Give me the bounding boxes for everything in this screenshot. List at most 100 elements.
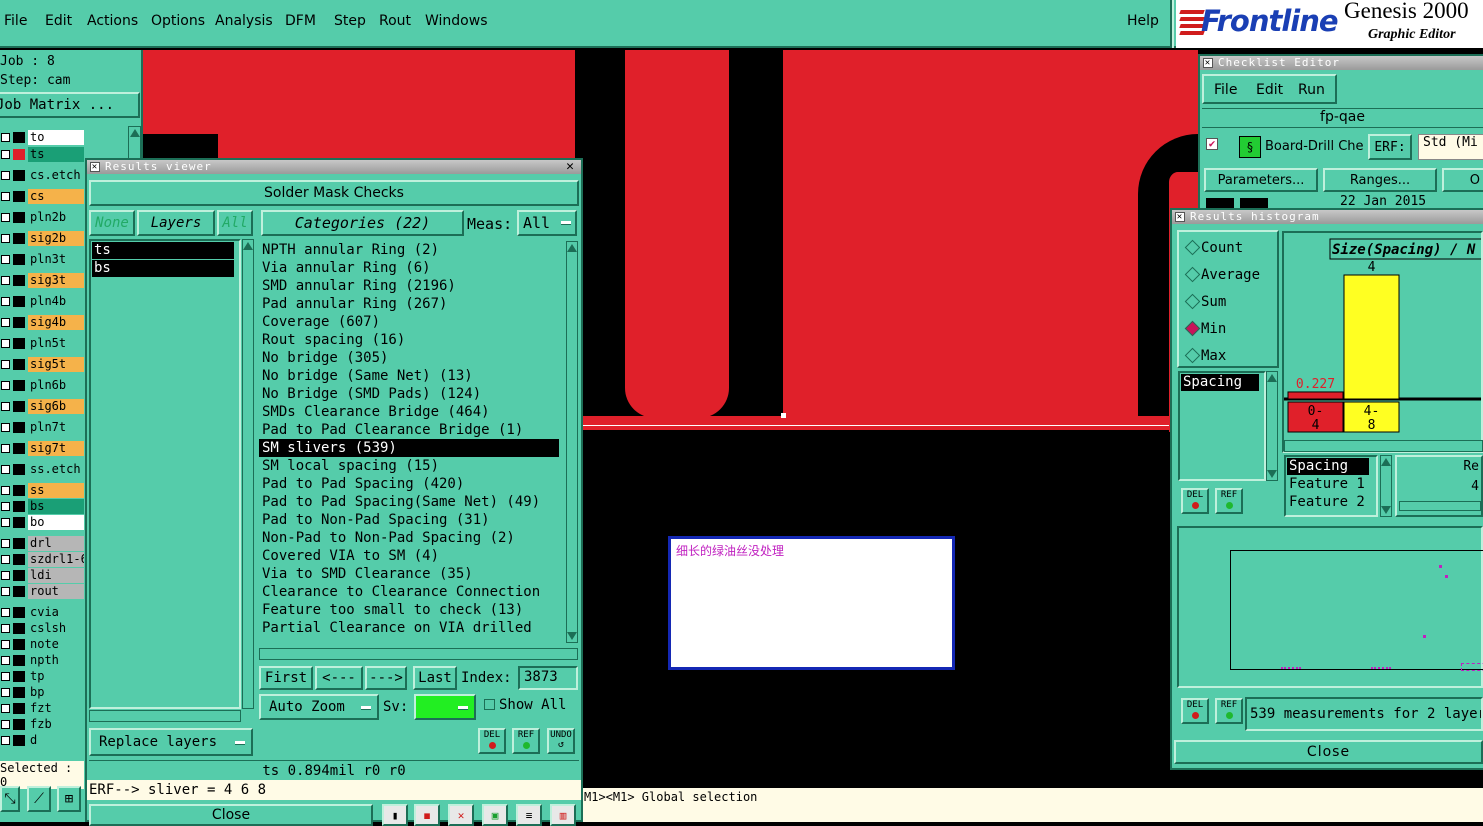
mode-radio-count[interactable] (1184, 239, 1201, 256)
category-item[interactable]: No bridge (305) (259, 349, 559, 367)
categories-button[interactable]: Categories (22) (261, 210, 464, 236)
histogram-hscrollbar[interactable] (1284, 440, 1483, 452)
layer-row-cs-etch[interactable]: cs.etch (0, 168, 84, 183)
layer-checkbox[interactable] (1, 688, 10, 697)
layer-row-fzb[interactable]: fzb (0, 717, 84, 732)
layer-checkbox[interactable] (1, 704, 10, 713)
layer-checkbox[interactable] (1, 555, 10, 564)
category-item[interactable]: Clearance to Clearance Connection (259, 583, 559, 601)
measurement-detail-slider[interactable] (1399, 501, 1481, 511)
menu-analysis[interactable]: Analysis (215, 13, 273, 29)
category-item[interactable]: SMDs Clearance Bridge (464) (259, 403, 559, 421)
category-item[interactable]: SM slivers (539) (259, 439, 559, 457)
category-item[interactable]: Pad to Pad Spacing (420) (259, 475, 559, 493)
layer-checkbox[interactable] (1, 234, 10, 243)
category-item[interactable]: Rout spacing (16) (259, 331, 559, 349)
meas-dropdown[interactable]: All (517, 210, 577, 236)
layer-row-to[interactable]: to (0, 130, 84, 145)
layer-row-cvia[interactable]: cvia (0, 605, 84, 620)
last-button[interactable]: Last (413, 666, 457, 690)
layer-checkbox[interactable] (1, 539, 10, 548)
layer-checkbox[interactable] (1, 381, 10, 390)
layer-checkbox[interactable] (1, 402, 10, 411)
layer-item-bs[interactable]: bs (92, 260, 234, 277)
histogram-field-spacing[interactable]: Spacing (1181, 374, 1259, 391)
erf-button[interactable]: ERF: (1368, 134, 1412, 160)
layer-checkbox[interactable] (1, 720, 10, 729)
ranges-button[interactable]: Ranges... (1323, 168, 1437, 192)
mode-radio-average[interactable] (1184, 266, 1201, 283)
layer-checkbox[interactable] (1, 465, 10, 474)
first-button[interactable]: First (259, 666, 313, 690)
measurement-list-scrollbar[interactable] (1380, 455, 1392, 517)
category-item[interactable]: Coverage (607) (259, 313, 559, 331)
mode-radio-min[interactable] (1184, 320, 1201, 337)
layers-button[interactable]: Layers (137, 210, 215, 236)
category-item[interactable]: Pad to Pad Spacing(Same Net) (49) (259, 493, 559, 511)
measurement-item-feature-2[interactable]: Feature 2 (1287, 494, 1365, 510)
layer-row-ldi[interactable]: ldi (0, 568, 84, 583)
layer-checkbox[interactable] (1, 318, 10, 327)
menu-dfm[interactable]: DFM (285, 13, 316, 29)
tool-e-icon[interactable]: ≡ (516, 804, 542, 826)
show-all-checkbox[interactable] (484, 699, 495, 710)
tool-zoom-icon[interactable]: ⤡ (0, 786, 20, 812)
layer-row-ts[interactable]: ts (0, 147, 84, 162)
category-item[interactable]: SMD annular Ring (2196) (259, 277, 559, 295)
layer-row-bs[interactable]: bs (0, 499, 84, 514)
layer-checkbox[interactable] (1, 171, 10, 180)
index-input[interactable]: 3873 (518, 666, 578, 690)
layer-checkbox[interactable] (1, 502, 10, 511)
layer-row-pln5t[interactable]: pln5t (0, 336, 84, 351)
layer-row-pln7t[interactable]: pln7t (0, 420, 84, 435)
layer-checkbox[interactable] (1, 518, 10, 527)
layer-row-npth[interactable]: npth (0, 653, 84, 668)
mode-radio-max[interactable] (1184, 347, 1201, 364)
layer-checkbox[interactable] (1, 133, 10, 142)
histogram-del-button[interactable]: DEL (1181, 488, 1209, 514)
category-item[interactable]: SM local spacing (15) (259, 457, 559, 475)
window-menu-icon[interactable]: ✕ (1175, 212, 1185, 222)
layer-checkbox[interactable] (1, 672, 10, 681)
tool-c-icon[interactable]: ✕ (448, 804, 474, 826)
layer-checkbox[interactable] (1, 608, 10, 617)
layer-row-drl[interactable]: drl (0, 536, 84, 551)
parameters-button[interactable]: Parameters... (1204, 168, 1318, 192)
layer-checkbox[interactable] (1, 213, 10, 222)
histogram-ref-button[interactable]: REF (1215, 488, 1243, 514)
tool-grid-icon[interactable]: ⊞ (57, 786, 81, 812)
menu-help[interactable]: Help (1127, 13, 1159, 29)
layer-checkbox[interactable] (1, 656, 10, 665)
action-checkbox[interactable]: ✔ (1206, 138, 1218, 150)
layer-row-bo[interactable]: bo (0, 515, 84, 530)
category-item[interactable]: No bridge (Same Net) (13) (259, 367, 559, 385)
layer-checkbox[interactable] (1, 486, 10, 495)
auto-zoom-dropdown[interactable]: Auto Zoom (259, 694, 379, 720)
category-item[interactable]: Partial Clearance on VIA drilled (259, 619, 559, 637)
layer-checkbox[interactable] (1, 736, 10, 745)
undo-button[interactable]: UNDO ↺ (547, 728, 575, 754)
layers-list-hscrollbar[interactable] (89, 710, 241, 722)
next-button[interactable]: ---> (365, 666, 407, 690)
layer-checkbox[interactable] (1, 640, 10, 649)
layer-checkbox[interactable] (1, 276, 10, 285)
layers-list-scrollbar[interactable] (242, 239, 254, 709)
layer-item-ts[interactable]: ts (92, 242, 234, 259)
menu-options[interactable]: Options (151, 13, 205, 29)
layer-checkbox[interactable] (1, 423, 10, 432)
menu-edit[interactable]: Edit (45, 13, 72, 29)
layer-checkbox[interactable] (1, 587, 10, 596)
categories-hscrollbar[interactable] (259, 648, 578, 660)
layer-checkbox[interactable] (1, 339, 10, 348)
category-item[interactable]: Pad to Non-Pad Spacing (31) (259, 511, 559, 529)
replace-layers-dropdown[interactable]: Replace layers (89, 728, 253, 756)
del-button[interactable]: DEL (478, 728, 506, 754)
tool-measure-icon[interactable]: ⟋ (27, 786, 51, 812)
layer-row-pln6b[interactable]: pln6b (0, 378, 84, 393)
layer-row-sig2b[interactable]: sig2b (0, 231, 84, 246)
layer-row-ss-etch[interactable]: ss.etch (0, 462, 84, 477)
results-viewer-titlebar[interactable]: ✕ Results viewer (87, 160, 581, 174)
checklist-menu-edit[interactable]: Edit (1256, 82, 1283, 98)
layer-row-ss[interactable]: ss (0, 483, 84, 498)
menu-step[interactable]: Step (334, 13, 366, 29)
